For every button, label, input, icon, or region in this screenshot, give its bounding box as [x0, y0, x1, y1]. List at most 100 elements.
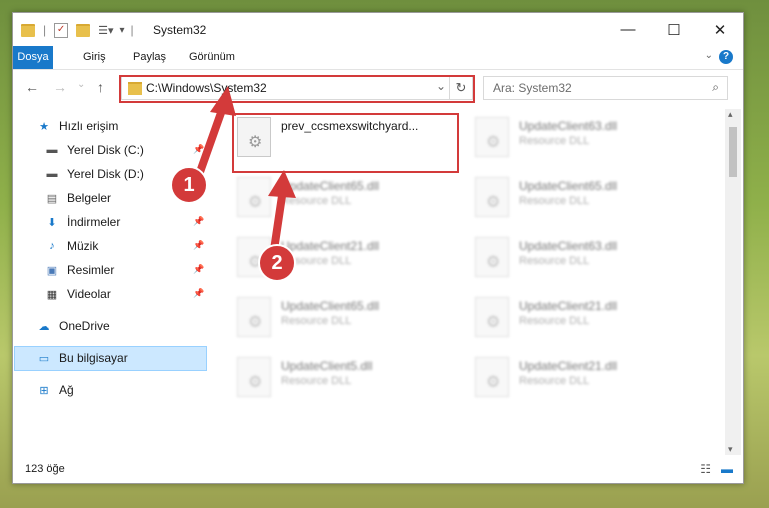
close-button[interactable]: ✕ [697, 13, 743, 46]
scroll-down-icon[interactable]: ▾ [728, 444, 733, 455]
dll-file-icon: ⚙ [237, 357, 271, 397]
gear-icon: ⚙ [486, 254, 501, 271]
file-item[interactable]: ⚙ UpdateClient5.dll Resource DLL [233, 355, 433, 403]
sidebar-item-label: Hızlı erişim [59, 119, 119, 133]
file-name: UpdateClient63.dll [519, 119, 618, 133]
folder-icon[interactable] [21, 23, 35, 37]
dll-file-icon: ⚙ [237, 297, 271, 337]
details-view-icon[interactable]: ☷ [700, 462, 711, 476]
pin-icon[interactable]: 📌 [193, 240, 204, 251]
tab-file[interactable]: Dosya [13, 46, 53, 69]
properties-icon[interactable]: ✓ [54, 22, 69, 38]
sidebar-item-onedrive[interactable]: ☁ OneDrive [37, 315, 207, 337]
drive-icon: ▬ [46, 168, 58, 180]
file-name: UpdateClient21.dll [519, 359, 618, 373]
file-highlight-box [232, 113, 459, 173]
sidebar-item-videos[interactable]: ▦ Videolar [45, 283, 215, 305]
dll-file-icon: ⚙ [237, 177, 271, 217]
file-type: Resource DLL [281, 315, 352, 327]
pin-icon[interactable]: 📌 [193, 216, 204, 227]
sidebar-item-network[interactable]: ⊞ Ağ [37, 379, 207, 401]
documents-icon: ▤ [46, 192, 58, 205]
gear-icon: ⚙ [486, 314, 501, 331]
sidebar-item-pictures[interactable]: ▣ Resimler [45, 259, 215, 281]
sidebar-item-label: Videolar [67, 287, 111, 301]
download-icon: ⬇ [47, 216, 57, 229]
separator: | [130, 23, 134, 37]
dll-file-icon: ⚙ [475, 177, 509, 217]
sidebar-item-label: Bu bilgisayar [59, 351, 128, 365]
gear-icon: ⚙ [248, 314, 263, 331]
back-button[interactable]: ← [25, 79, 39, 95]
file-type: Resource DLL [281, 375, 352, 387]
tab-view[interactable]: Görünüm [181, 46, 243, 69]
pin-icon[interactable]: 📌 [193, 288, 204, 299]
recent-locations-icon[interactable]: ⌄ [77, 79, 85, 90]
file-name: UpdateClient21.dll [519, 299, 618, 313]
file-name: UpdateClient65.dll [281, 179, 380, 193]
customize-toolbar-icon[interactable]: ☰▾ [98, 24, 113, 37]
file-type: Resource DLL [281, 195, 352, 207]
navigation-pane: ★ Hızlı erişim ▬ Yerel Disk (C:) 📌 ▬ Yerel … [13, 113, 207, 453]
new-folder-icon[interactable] [76, 23, 91, 37]
separator: | [43, 23, 47, 37]
scroll-up-icon[interactable]: ▴ [728, 109, 733, 120]
step-badge-2: 2 [258, 244, 296, 282]
chevron-down-icon[interactable]: ▾ [120, 25, 125, 36]
search-input[interactable]: Ara: System32 [493, 81, 572, 95]
sidebar-item-label: OneDrive [59, 319, 110, 333]
file-type: Resource DLL [519, 375, 590, 387]
minimize-button[interactable]: — [605, 13, 651, 46]
tab-home[interactable]: Giriş [75, 46, 114, 69]
tab-share[interactable]: Paylaş [125, 46, 174, 69]
dll-file-icon: ⚙ [475, 117, 509, 157]
video-icon: ▦ [46, 288, 58, 301]
file-item[interactable]: ⚙ UpdateClient21.dll Resource DLL [471, 355, 671, 403]
file-explorer-window: | ✓ ☰▾ ▾ | System32 — ☐ ✕ Dosya Giriş Pa… [12, 12, 744, 484]
expand-ribbon-icon[interactable]: ⌄ [705, 50, 713, 61]
file-type: Resource DLL [519, 195, 590, 207]
gear-icon: ⚙ [248, 374, 263, 391]
address-highlight-box [119, 75, 475, 103]
up-button[interactable]: ↑ [97, 79, 104, 95]
large-icons-view-icon[interactable]: ▬ [721, 462, 733, 476]
search-icon[interactable]: ⌕ [712, 80, 719, 95]
pin-icon[interactable]: 📌 [193, 144, 204, 155]
computer-icon: ▭ [38, 352, 50, 365]
file-item[interactable]: ⚙ UpdateClient63.dll Resource DLL [471, 235, 671, 283]
file-name: UpdateClient65.dll [281, 299, 380, 313]
sidebar-item-label: Yerel Disk (D:) [67, 167, 144, 181]
sidebar-item-quick-access[interactable]: ★ Hızlı erişim [37, 115, 207, 137]
file-item[interactable]: ⚙ UpdateClient21.dll Resource DLL [471, 295, 671, 343]
sidebar-item-this-pc[interactable]: ▭ Bu bilgisayar [37, 347, 207, 369]
file-item[interactable]: ⚙ UpdateClient63.dll Resource DLL [471, 115, 671, 163]
sidebar-item-downloads[interactable]: ⬇ İndirmeler [45, 211, 215, 233]
gear-icon: ⚙ [486, 374, 501, 391]
file-name: UpdateClient65.dll [519, 179, 618, 193]
sidebar-item-label: Müzik [67, 239, 99, 253]
file-item[interactable]: ⚙ UpdateClient65.dll Resource DLL [233, 175, 433, 223]
file-name: UpdateClient21.dll [281, 239, 380, 253]
search-box[interactable]: Ara: System32 ⌕ [483, 76, 728, 100]
gear-icon: ⚙ [486, 134, 501, 151]
vertical-scrollbar[interactable]: ▴ ▾ [725, 109, 741, 455]
star-icon: ★ [39, 120, 49, 133]
sidebar-item-music[interactable]: ♪ Müzik [45, 235, 215, 257]
sidebar-item-label: Belgeler [67, 191, 112, 205]
gear-icon: ⚙ [486, 194, 501, 211]
scrollbar-thumb[interactable] [729, 127, 737, 177]
file-item[interactable]: ⚙ UpdateClient65.dll Resource DLL [471, 175, 671, 223]
dll-file-icon: ⚙ [475, 297, 509, 337]
sidebar-item-disk-c[interactable]: ▬ Yerel Disk (C:) [45, 139, 215, 161]
maximize-button[interactable]: ☐ [651, 13, 697, 46]
forward-button[interactable]: → [53, 79, 67, 95]
music-icon: ♪ [49, 240, 55, 252]
item-count: 123 öğe [25, 463, 65, 475]
help-button[interactable]: ? [719, 50, 733, 64]
sidebar-item-label: Yerel Disk (C:) [67, 143, 144, 157]
sidebar-item-label: Ağ [59, 383, 74, 397]
file-item[interactable]: ⚙ UpdateClient65.dll Resource DLL [233, 295, 433, 343]
pin-icon[interactable]: 📌 [193, 264, 204, 275]
status-bar: 123 öğe ☷ ▬ [13, 459, 743, 481]
sidebar-item-label: Resimler [67, 263, 115, 277]
